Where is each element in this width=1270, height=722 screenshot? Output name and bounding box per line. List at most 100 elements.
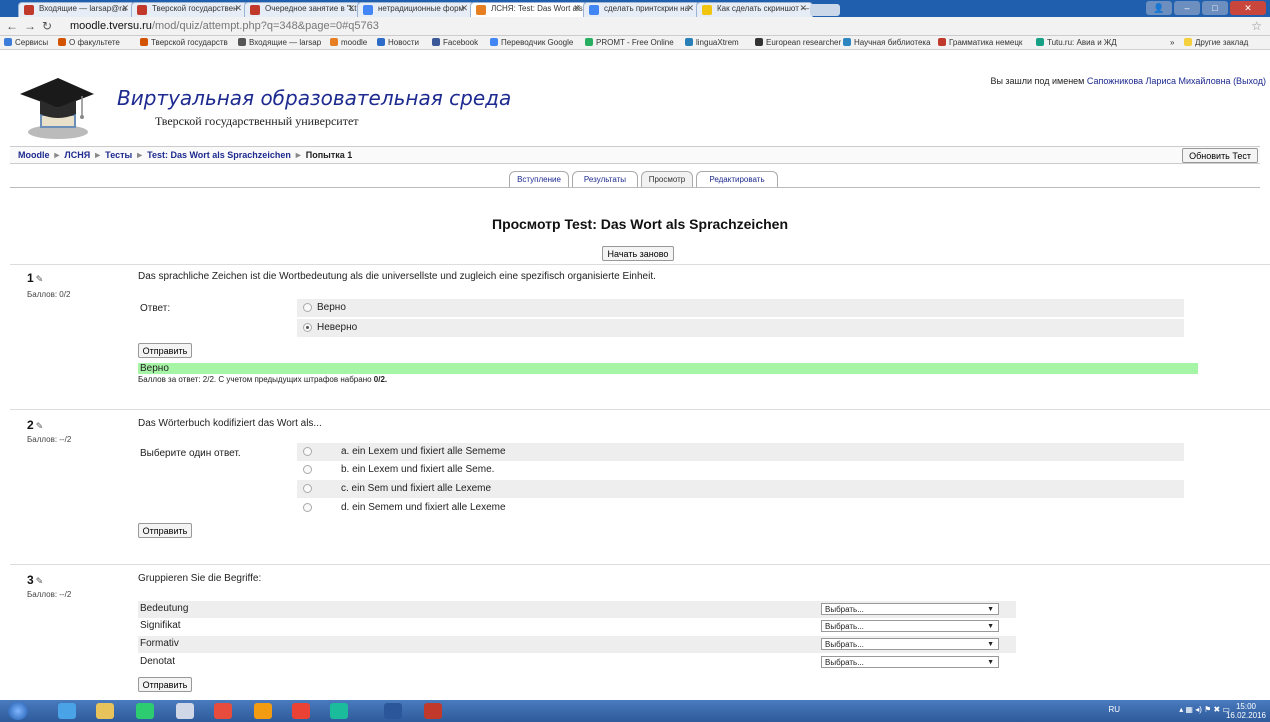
back-icon[interactable]: ← xyxy=(6,19,18,33)
match-select[interactable]: Выбрать... ▼ xyxy=(821,620,999,632)
edit-pencil-icon[interactable]: ✎ xyxy=(36,421,44,431)
radio-button[interactable] xyxy=(303,503,312,512)
radio-button[interactable] xyxy=(303,484,312,493)
breadcrumb-link[interactable]: ЛСНЯ xyxy=(64,150,90,160)
answer-option-false[interactable]: Неверно xyxy=(297,319,1184,337)
breadcrumb-separator-icon: ► xyxy=(293,150,303,160)
restart-button[interactable]: Начать заново xyxy=(602,246,674,261)
login-info: Вы зашли под именем Сапожникова Лариса М… xyxy=(990,76,1266,86)
close-icon[interactable]: ✕ xyxy=(799,3,807,14)
browser-tab[interactable]: Входящие — larsap@ra ✕ xyxy=(18,2,135,17)
messenger-icon[interactable] xyxy=(330,703,348,719)
clock[interactable]: 15:00 16.02.2016 xyxy=(1226,702,1266,720)
browser-tab[interactable]: Очередное занятие в "Lt ✕ xyxy=(244,2,361,17)
chrome-icon[interactable] xyxy=(292,703,310,719)
file-explorer-icon[interactable] xyxy=(96,703,114,719)
forward-icon[interactable]: → xyxy=(24,19,36,33)
tab-edit[interactable]: Редактировать xyxy=(696,171,778,187)
submit-button[interactable]: Отправить xyxy=(138,523,192,538)
folder-icon xyxy=(1184,38,1192,46)
close-icon[interactable]: ✕ xyxy=(347,3,355,14)
close-icon[interactable]: ✕ xyxy=(573,3,581,14)
bookmark-item[interactable]: Научная библиотека xyxy=(843,38,931,47)
reload-icon[interactable]: ↻ xyxy=(42,19,52,33)
bookmark-item[interactable]: Facebook xyxy=(432,38,478,47)
internet-explorer-icon[interactable] xyxy=(58,703,76,719)
browser-tab[interactable]: нетрадиционные форм ✕ xyxy=(357,2,474,17)
answer-option[interactable]: a. ein Lexem und fixiert alle Sememe xyxy=(297,443,1184,461)
update-quiz-button[interactable]: Обновить Тест xyxy=(1182,148,1258,163)
start-button[interactable] xyxy=(8,702,28,720)
url-field[interactable]: moodle.tversu.ru/mod/quiz/attempt.php?q=… xyxy=(70,20,379,32)
bookmark-item[interactable]: Тверской государств xyxy=(140,38,228,47)
match-select[interactable]: Выбрать... ▼ xyxy=(821,638,999,650)
system-tray-icons[interactable]: ▴ ▦ ◂) ⚑ ✖ ▭ xyxy=(1179,705,1230,714)
radio-button-checked[interactable] xyxy=(303,323,312,332)
tab-preview[interactable]: Просмотр xyxy=(641,171,693,187)
close-window-button[interactable]: ✕ xyxy=(1230,1,1266,15)
snipping-tool-icon[interactable] xyxy=(424,703,442,719)
breadcrumb-current: Попытка 1 xyxy=(305,150,353,160)
bookmarks-overflow[interactable]: » xyxy=(1170,38,1174,47)
app-icon[interactable] xyxy=(254,703,272,719)
bookmark-folder[interactable]: Другие заклад xyxy=(1184,38,1248,47)
question-text: Das sprachliche Zeichen ist die Wortbede… xyxy=(138,271,656,282)
mail-icon[interactable] xyxy=(176,703,194,719)
bookmark-item[interactable]: Сервисы xyxy=(4,38,48,47)
word-icon[interactable] xyxy=(384,703,402,719)
user-icon[interactable]: 👤 xyxy=(1146,1,1172,15)
close-icon[interactable]: ✕ xyxy=(460,3,468,14)
bookmark-item[interactable]: Новости xyxy=(377,38,419,47)
match-select[interactable]: Выбрать... ▼ xyxy=(821,656,999,668)
window-controls: 👤 – □ ✕ xyxy=(1146,1,1266,15)
tab-results[interactable]: Результаты xyxy=(572,171,638,187)
close-icon[interactable]: ✕ xyxy=(121,3,129,14)
answer-option[interactable]: d. ein Semem und fixiert alle Lexeme xyxy=(297,499,1184,517)
breadcrumb-separator-icon: ► xyxy=(135,150,145,160)
answer-option-true[interactable]: Верно xyxy=(297,299,1184,317)
bookmark-item[interactable]: Tutu.ru: Авиа и ЖД xyxy=(1036,38,1117,47)
bookmark-item[interactable]: Переводчик Google xyxy=(490,38,573,47)
yandex-icon[interactable] xyxy=(214,703,232,719)
radio-button[interactable] xyxy=(303,447,312,456)
bookmark-item[interactable]: European researcher xyxy=(755,38,841,47)
address-bar: ← → ↻ moodle.tversu.ru/mod/quiz/attempt.… xyxy=(0,17,1270,36)
question-grade: Баллов: 0/2 xyxy=(27,290,71,299)
submit-button[interactable]: Отправить xyxy=(138,343,192,358)
dropdown-arrow-icon: ▼ xyxy=(987,659,994,666)
submit-button[interactable]: Отправить xyxy=(138,677,192,692)
logout-link[interactable]: (Выход) xyxy=(1233,76,1266,86)
apps-icon xyxy=(4,38,12,46)
new-tab-button[interactable] xyxy=(810,4,840,16)
bookmark-item[interactable]: О факультете xyxy=(58,38,120,47)
tab-info[interactable]: Вступление xyxy=(509,171,569,187)
edit-pencil-icon[interactable]: ✎ xyxy=(36,274,44,284)
maximize-button[interactable]: □ xyxy=(1202,1,1228,15)
match-select[interactable]: Выбрать... ▼ xyxy=(821,603,999,615)
bookmark-item[interactable]: moodle xyxy=(330,38,367,47)
browser-tab-active[interactable]: ЛСНЯ: Test: Das Wort als ✕ xyxy=(470,2,587,17)
bookmark-item[interactable]: Грамматика немецк xyxy=(938,38,1022,47)
bookmark-item[interactable]: linguaXtrem xyxy=(685,38,739,47)
bookmark-item[interactable]: Входящие — larsap xyxy=(238,38,321,47)
radio-button[interactable] xyxy=(303,303,312,312)
close-icon[interactable]: ✕ xyxy=(686,3,694,14)
minimize-button[interactable]: – xyxy=(1174,1,1200,15)
bookmark-item[interactable]: PROMT - Free Online xyxy=(585,38,674,47)
breadcrumb-link[interactable]: Moodle xyxy=(18,150,50,160)
answer-option[interactable]: b. ein Lexem und fixiert alle Seme. xyxy=(297,461,1184,479)
browser-tab[interactable]: Как сделать скриншот — ✕ xyxy=(696,2,813,17)
close-icon[interactable]: ✕ xyxy=(234,3,242,14)
edit-pencil-icon[interactable]: ✎ xyxy=(36,576,44,586)
radio-button[interactable] xyxy=(303,465,312,474)
breadcrumb-link[interactable]: Тесты xyxy=(105,150,132,160)
match-row: Denotat Выбрать... ▼ xyxy=(138,654,1016,671)
language-indicator[interactable]: RU xyxy=(1108,705,1120,714)
bookmark-star-icon[interactable]: ☆ xyxy=(1251,19,1262,33)
media-player-icon[interactable] xyxy=(136,703,154,719)
answer-option[interactable]: c. ein Sem und fixiert alle Lexeme xyxy=(297,480,1184,498)
breadcrumb-link[interactable]: Test: Das Wort als Sprachzeichen xyxy=(147,150,291,160)
browser-tab[interactable]: сделать принтскрин на ✕ xyxy=(583,2,700,17)
browser-tab[interactable]: Тверской государствен ✕ xyxy=(131,2,248,17)
user-profile-link[interactable]: Сапожникова Лариса Михайловна xyxy=(1087,76,1231,86)
